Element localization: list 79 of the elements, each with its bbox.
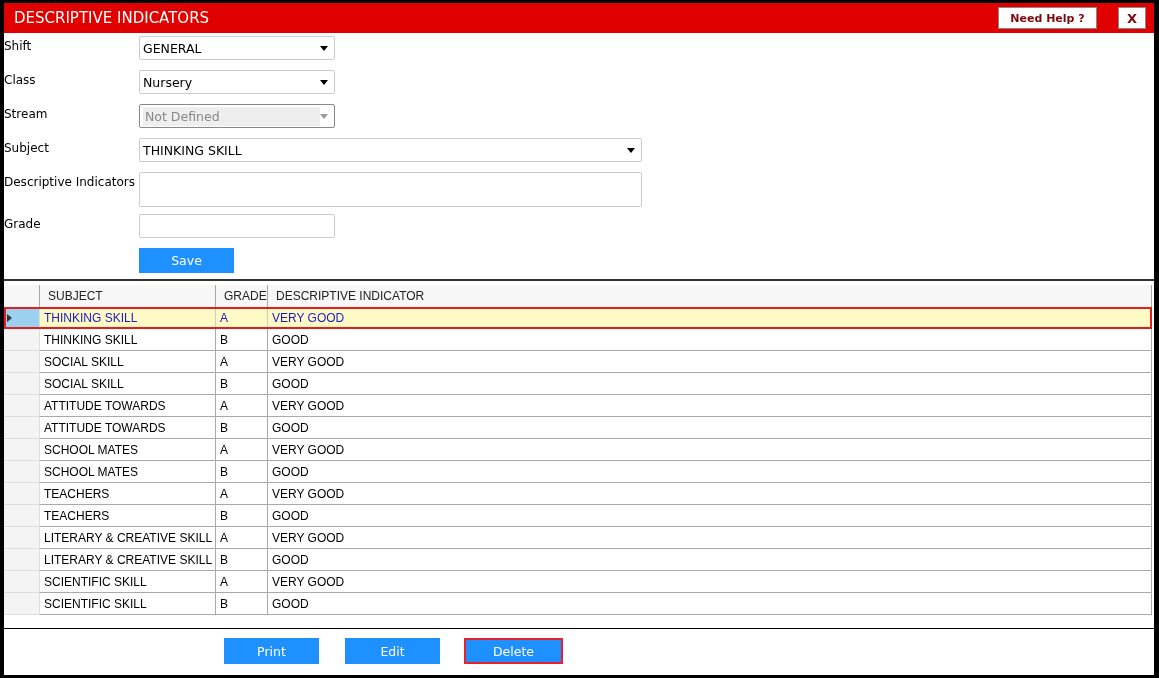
table-cell: VERY GOOD (268, 483, 1152, 505)
table-cell: ATTITUDE TOWARDS (40, 395, 216, 417)
table-cell: B (216, 593, 268, 615)
table-cell: ATTITUDE TOWARDS (40, 417, 216, 439)
table-cell: A (216, 307, 268, 329)
table-cell: VERY GOOD (268, 571, 1152, 593)
table-cell: SOCIAL SKILL (40, 373, 216, 395)
table-row[interactable]: TEACHERS A VERY GOOD (4, 483, 1152, 505)
table-cell: B (216, 505, 268, 527)
table-cell: GOOD (268, 373, 1152, 395)
table-cell: B (216, 549, 268, 571)
dropdown[interactable]: GENERAL (139, 36, 335, 60)
caret-icon (320, 79, 328, 85)
table-cell: LITERARY & CREATIVE SKILL (40, 549, 216, 571)
table-row[interactable]: SOCIAL SKILL A VERY GOOD (4, 351, 1152, 373)
table-cell: VERY GOOD (268, 395, 1152, 417)
field-label: Shift (4, 38, 33, 55)
table-cell: B (216, 461, 268, 483)
header-corner (4, 285, 40, 307)
field-label: Descriptive Indicators (4, 174, 136, 191)
input-field[interactable] (139, 214, 335, 238)
table-row[interactable]: LITERARY & CREATIVE SKILL B GOOD (4, 549, 1152, 571)
table-row[interactable]: ATTITUDE TOWARDS B GOOD (4, 417, 1152, 439)
field-label: Class (4, 72, 37, 89)
column-header[interactable]: GRADE (216, 285, 268, 307)
table-cell: A (216, 351, 268, 373)
table-cell: A (216, 571, 268, 593)
table-cell: THINKING SKILL (40, 307, 216, 329)
table-cell: GOOD (268, 461, 1152, 483)
row-pointer-icon (7, 313, 12, 322)
table-row[interactable]: SCIENTIFIC SKILL B GOOD (4, 593, 1152, 615)
column-header[interactable]: SUBJECT (40, 285, 216, 307)
table-cell: B (216, 329, 268, 351)
table-row[interactable]: SCHOOL MATES B GOOD (4, 461, 1152, 483)
table-cell: A (216, 483, 268, 505)
table-cell: THINKING SKILL (40, 329, 216, 351)
table-cell: TEACHERS (40, 505, 216, 527)
text-area[interactable] (139, 172, 642, 207)
table-cell: GOOD (268, 505, 1152, 527)
caret-icon (320, 113, 328, 119)
table-row[interactable]: ATTITUDE TOWARDS A VERY GOOD (4, 395, 1152, 417)
table-row[interactable]: THINKING SKILL B GOOD (4, 329, 1152, 351)
dropdown[interactable]: THINKING SKILL (139, 138, 642, 162)
table-cell: TEACHERS (40, 483, 216, 505)
table-cell: VERY GOOD (268, 439, 1152, 461)
table-cell: GOOD (268, 329, 1152, 351)
table-cell: VERY GOOD (268, 527, 1152, 549)
table-cell: SCHOOL MATES (40, 439, 216, 461)
table-cell: SOCIAL SKILL (40, 351, 216, 373)
caret-icon (627, 147, 635, 153)
field-label: Subject (4, 140, 50, 157)
caret-icon (320, 45, 328, 51)
table-row[interactable]: TEACHERS B GOOD (4, 505, 1152, 527)
table-cell: SCHOOL MATES (40, 461, 216, 483)
table-row[interactable]: THINKING SKILL A VERY GOOD (4, 307, 1152, 329)
table-cell: SCIENTIFIC SKILL (40, 571, 216, 593)
table-cell: B (216, 417, 268, 439)
table-cell: B (216, 373, 268, 395)
table-cell: A (216, 439, 268, 461)
help-button[interactable]: Need Help ? (998, 7, 1097, 29)
table-row[interactable]: SCHOOL MATES A VERY GOOD (4, 439, 1152, 461)
table-cell: VERY GOOD (268, 351, 1152, 373)
table-row[interactable]: LITERARY & CREATIVE SKILL A VERY GOOD (4, 527, 1152, 549)
table-cell: LITERARY & CREATIVE SKILL (40, 527, 216, 549)
table-cell: VERY GOOD (268, 307, 1152, 329)
table-cell: GOOD (268, 549, 1152, 571)
window-title: DESCRIPTIVE INDICATORS (14, 9, 211, 27)
table-cell: SCIENTIFIC SKILL (40, 593, 216, 615)
dropdown[interactable]: Nursery (139, 70, 335, 94)
table-cell: A (216, 395, 268, 417)
close-button[interactable]: X (1118, 7, 1146, 29)
table-row[interactable]: SOCIAL SKILL B GOOD (4, 373, 1152, 395)
field-label: Stream (4, 106, 49, 123)
table-cell: GOOD (268, 417, 1152, 439)
table-row[interactable]: SCIENTIFIC SKILL A VERY GOOD (4, 571, 1152, 593)
field-label: Grade (4, 216, 42, 233)
table-cell: A (216, 527, 268, 549)
column-header[interactable]: DESCRIPTIVE INDICATOR (268, 285, 1152, 307)
table-cell: GOOD (268, 593, 1152, 615)
